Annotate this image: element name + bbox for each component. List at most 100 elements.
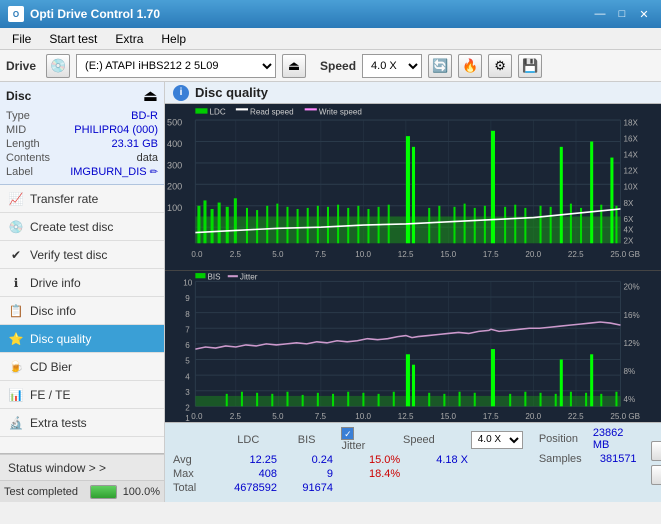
sidebar-item-create-test-disc-label: Create test disc (30, 220, 113, 234)
avg-ldc: 12.25 (227, 454, 277, 466)
menu-start-test[interactable]: Start test (41, 30, 105, 48)
menu-extra[interactable]: Extra (107, 30, 151, 48)
drive-icon-button[interactable]: 💿 (46, 54, 70, 78)
burn-button[interactable]: 🔥 (458, 54, 482, 78)
start-part-button[interactable]: Start part (651, 465, 661, 485)
sidebar-item-fe-te-label: FE / TE (30, 388, 70, 402)
svg-text:18X: 18X (624, 117, 639, 127)
drivebar: Drive 💿 (E:) ATAPI iHBS212 2 5L09 ⏏ Spee… (0, 50, 661, 82)
svg-text:500: 500 (167, 117, 182, 127)
refresh-button[interactable]: 🔄 (428, 54, 452, 78)
titlebar-controls: — □ ✕ (591, 5, 653, 23)
stats-speed-header: Speed (403, 434, 455, 446)
right-panel: i Disc quality (165, 82, 661, 502)
status-window-label: Status window > > (8, 461, 106, 475)
action-buttons: Start full Start part (645, 423, 661, 502)
svg-text:10.0: 10.0 (355, 412, 371, 421)
svg-text:Write speed: Write speed (319, 106, 362, 116)
disc-label-edit-icon[interactable]: ✏ (150, 167, 158, 178)
extra-tests-icon: 🔬 (8, 415, 24, 431)
speed-label: Speed (320, 59, 356, 73)
sidebar-item-extra-tests[interactable]: 🔬 Extra tests (0, 409, 164, 437)
disc-contents-label: Contents (6, 152, 50, 164)
bis-chart: 10 9 8 7 6 5 4 3 2 1 20% 16% 12% 8% 4% (165, 271, 661, 422)
disc-label-value: IMGBURN_DIS ✏ (70, 166, 158, 178)
eject-button[interactable]: ⏏ (282, 54, 306, 78)
disc-contents-value: data (137, 152, 158, 164)
create-test-disc-icon: 💿 (8, 219, 24, 235)
svg-text:4X: 4X (624, 224, 634, 234)
fe-te-icon: 📊 (8, 387, 24, 403)
svg-text:12.5: 12.5 (398, 412, 414, 421)
sidebar-item-drive-info[interactable]: ℹ Drive info (0, 269, 164, 297)
sidebar: Disc ⏏ Type BD-R MID PHILIPR04 (000) Len… (0, 82, 165, 502)
disc-info-icon: 📋 (8, 303, 24, 319)
svg-text:20.0: 20.0 (525, 249, 541, 259)
sidebar-item-fe-te[interactable]: 📊 FE / TE (0, 381, 164, 409)
svg-text:20.0: 20.0 (525, 412, 541, 421)
speed-select[interactable]: 4.0 X (362, 54, 422, 78)
drive-label: Drive (6, 59, 36, 73)
sidebar-item-create-test-disc[interactable]: 💿 Create test disc (0, 213, 164, 241)
sidebar-item-disc-info-label: Disc info (30, 304, 76, 318)
stats-max-row: Max 408 9 18.4% (173, 468, 523, 480)
disc-length-row: Length 23.31 GB (6, 138, 158, 150)
svg-text:15.0: 15.0 (440, 249, 456, 259)
start-full-button[interactable]: Start full (651, 441, 661, 461)
sidebar-item-transfer-rate[interactable]: 📈 Transfer rate (0, 185, 164, 213)
save-button[interactable]: 💾 (518, 54, 542, 78)
sidebar-item-cd-bier-label: CD Bier (30, 360, 72, 374)
svg-text:15.0: 15.0 (440, 412, 456, 421)
svg-text:10X: 10X (624, 181, 639, 191)
close-button[interactable]: ✕ (635, 5, 653, 23)
svg-text:20%: 20% (624, 283, 640, 292)
sidebar-item-verify-test-disc[interactable]: ✔ Verify test disc (0, 241, 164, 269)
svg-text:10.0: 10.0 (355, 249, 371, 259)
sidebar-item-disc-quality-label: Disc quality (30, 332, 91, 346)
svg-text:17.5: 17.5 (483, 249, 499, 259)
disc-contents-row: Contents data (6, 152, 158, 164)
sidebar-item-disc-info[interactable]: 📋 Disc info (0, 297, 164, 325)
drive-select[interactable]: (E:) ATAPI iHBS212 2 5L09 (76, 54, 276, 78)
svg-text:14X: 14X (624, 149, 639, 159)
maximize-button[interactable]: □ (613, 5, 631, 23)
disc-panel: Disc ⏏ Type BD-R MID PHILIPR04 (000) Len… (0, 82, 164, 185)
svg-text:300: 300 (167, 160, 182, 170)
progress-bar-container: Test completed 100.0% (0, 480, 164, 502)
disc-panel-header: Disc ⏏ (6, 86, 158, 106)
disc-eject-icon[interactable]: ⏏ (143, 86, 158, 106)
progress-percent: 100.0% (123, 486, 160, 498)
max-bis: 9 (293, 468, 333, 480)
svg-text:Read speed: Read speed (250, 106, 294, 116)
options-button[interactable]: ⚙ (488, 54, 512, 78)
transfer-rate-icon: 📈 (8, 191, 24, 207)
disc-type-label: Type (6, 110, 30, 122)
sidebar-item-cd-bier[interactable]: 🍺 CD Bier (0, 353, 164, 381)
svg-text:16%: 16% (624, 311, 640, 320)
menubar: File Start test Extra Help (0, 28, 661, 50)
position-val: 23862 MB (593, 427, 637, 451)
menu-file[interactable]: File (4, 30, 39, 48)
minimize-button[interactable]: — (591, 5, 609, 23)
disc-mid-row: MID PHILIPR04 (000) (6, 124, 158, 136)
svg-text:22.5: 22.5 (568, 249, 584, 259)
sidebar-item-disc-quality[interactable]: ⭐ Disc quality (0, 325, 164, 353)
svg-text:1: 1 (185, 414, 190, 422)
svg-text:5.0: 5.0 (272, 249, 284, 259)
status-window-button[interactable]: Status window > > (0, 454, 164, 480)
disc-panel-title: Disc (6, 89, 31, 103)
stats-speed-select[interactable]: 4.0 X (471, 431, 523, 449)
progress-text: Test completed (4, 486, 84, 498)
jitter-checkbox[interactable]: ✓ (341, 427, 354, 440)
svg-text:8: 8 (185, 310, 190, 319)
menu-help[interactable]: Help (153, 30, 194, 48)
stats-avg-row: Avg 12.25 0.24 15.0% 4.18 X (173, 454, 523, 466)
svg-text:6: 6 (185, 341, 190, 350)
sidebar-item-drive-info-label: Drive info (30, 276, 81, 290)
progress-bar-inner (91, 486, 116, 498)
disc-length-value: 23.31 GB (112, 138, 158, 150)
avg-jitter: 15.0% (369, 454, 400, 466)
svg-text:2X: 2X (624, 235, 634, 245)
samples-label: Samples (539, 453, 594, 465)
disc-quality-header-icon: i (173, 85, 189, 101)
